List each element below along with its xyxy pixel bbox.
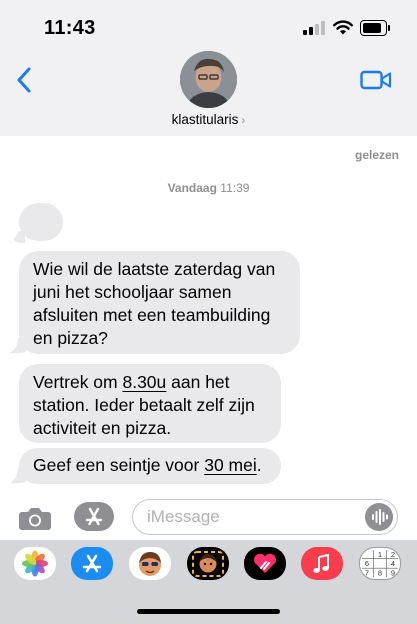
timestamp-day: Vandaag: [167, 181, 217, 195]
message-bubble[interactable]: Geef een seintje voor 30 mei.: [19, 448, 281, 484]
sudoku-digit: 7: [365, 569, 369, 578]
video-call-button[interactable]: [360, 69, 392, 91]
message-text: Geef een seintje voor: [33, 455, 205, 475]
sudoku-digit: 4: [391, 559, 395, 568]
status-time: 11:43: [44, 17, 96, 39]
app-store-button[interactable]: [74, 502, 114, 531]
memoji-app-icon[interactable]: [129, 547, 171, 580]
voice-message-button[interactable]: [365, 503, 393, 531]
time-link[interactable]: 8.30u: [122, 372, 166, 392]
message-input[interactable]: [132, 499, 398, 535]
read-receipt: gelezen: [354, 148, 399, 162]
sudoku-digit: 2: [391, 550, 395, 559]
sudoku-digit: 1: [378, 550, 382, 559]
message-text: Wie wil de laatste zaterdag van juni het…: [33, 259, 276, 348]
home-indicator[interactable]: [137, 609, 280, 614]
contact-avatar[interactable]: [180, 51, 237, 108]
message-text: Vertrek om: [33, 372, 123, 392]
avatar-photo: [180, 51, 237, 108]
sudoku-digit: 6: [365, 559, 369, 568]
message-text: .: [256, 455, 262, 475]
sudoku-app-icon[interactable]: 1 2 6 4 7 8 9: [359, 547, 401, 580]
digital-touch-app-icon[interactable]: [244, 547, 286, 580]
timestamp-time: 11:39: [220, 181, 250, 195]
back-button[interactable]: [14, 66, 36, 94]
music-app-icon[interactable]: [301, 547, 343, 580]
wifi-icon: [333, 20, 353, 35]
memoji-stickers-app-icon[interactable]: [187, 547, 229, 580]
sudoku-digit: 8: [378, 569, 382, 578]
conversation-timestamp: Vandaag 11:39: [0, 181, 417, 195]
chevron-right-icon: ›: [241, 113, 246, 127]
contact-name-link[interactable]: klastitularis ›: [0, 112, 417, 127]
message-bubble[interactable]: Wie wil de laatste zaterdag van juni het…: [19, 251, 300, 354]
typing-indicator-bubble: [19, 203, 63, 241]
camera-button[interactable]: [18, 505, 52, 531]
message-bubble[interactable]: Vertrek om 8.30u aan het station. Ieder …: [19, 364, 281, 443]
contact-name: klastitularis: [171, 112, 239, 127]
battery-icon: [360, 20, 390, 36]
photos-app-icon[interactable]: [14, 547, 56, 580]
app-store-icon: [85, 507, 103, 526]
sudoku-digit: 9: [391, 569, 395, 578]
waveform-icon: [372, 509, 388, 525]
date-link[interactable]: 30 mei: [204, 455, 257, 475]
cellular-signal-icon: [303, 21, 325, 35]
app-store-app-icon[interactable]: [71, 547, 113, 580]
